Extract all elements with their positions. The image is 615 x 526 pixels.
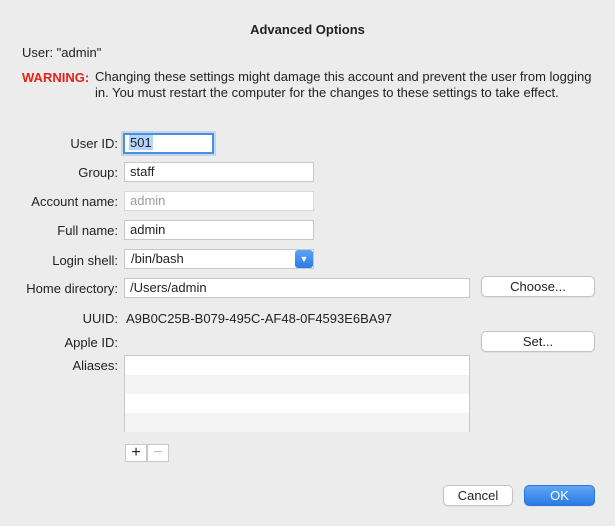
uuid-value: A9B0C25B-B079-495C-AF48-0F4593E6BA97 bbox=[126, 311, 392, 326]
group-label: Group: bbox=[78, 165, 118, 180]
choose-button[interactable]: Choose... bbox=[481, 276, 595, 297]
account-name-label: Account name: bbox=[31, 194, 118, 209]
account-name-field: admin bbox=[124, 191, 314, 211]
cancel-button[interactable]: Cancel bbox=[443, 485, 513, 506]
user-id-label: User ID: bbox=[70, 136, 118, 151]
user-id-value: 501 bbox=[129, 135, 153, 150]
chevron-down-icon: ▼ bbox=[295, 250, 313, 268]
remove-alias-button[interactable]: − bbox=[147, 444, 169, 462]
user-line: User: "admin" bbox=[22, 45, 102, 60]
home-directory-field[interactable]: /Users/admin bbox=[124, 278, 470, 298]
full-name-label: Full name: bbox=[57, 223, 118, 238]
warning-label: WARNING: bbox=[22, 70, 90, 85]
add-alias-button[interactable]: + bbox=[125, 444, 147, 462]
full-name-field[interactable]: admin bbox=[124, 220, 314, 240]
group-field[interactable]: staff bbox=[124, 162, 314, 182]
uuid-label: UUID: bbox=[82, 311, 118, 326]
home-directory-label: Home directory: bbox=[26, 281, 118, 296]
apple-id-label: Apple ID: bbox=[64, 335, 118, 350]
user-id-field[interactable]: 501 bbox=[123, 133, 214, 154]
dialog-title: Advanced Options bbox=[250, 22, 365, 37]
login-shell-label: Login shell: bbox=[52, 253, 118, 268]
warning-text: Changing these settings might damage thi… bbox=[95, 69, 592, 100]
login-shell-value: /bin/bash bbox=[131, 251, 184, 266]
list-item[interactable] bbox=[125, 413, 469, 432]
ok-button[interactable]: OK bbox=[524, 485, 595, 506]
aliases-list[interactable] bbox=[124, 355, 470, 432]
aliases-label: Aliases: bbox=[72, 358, 118, 373]
list-item[interactable] bbox=[125, 375, 469, 394]
list-item[interactable] bbox=[125, 394, 469, 413]
login-shell-select[interactable]: /bin/bash ▼ bbox=[124, 249, 314, 269]
list-item[interactable] bbox=[125, 356, 469, 375]
set-apple-id-button[interactable]: Set... bbox=[481, 331, 595, 352]
